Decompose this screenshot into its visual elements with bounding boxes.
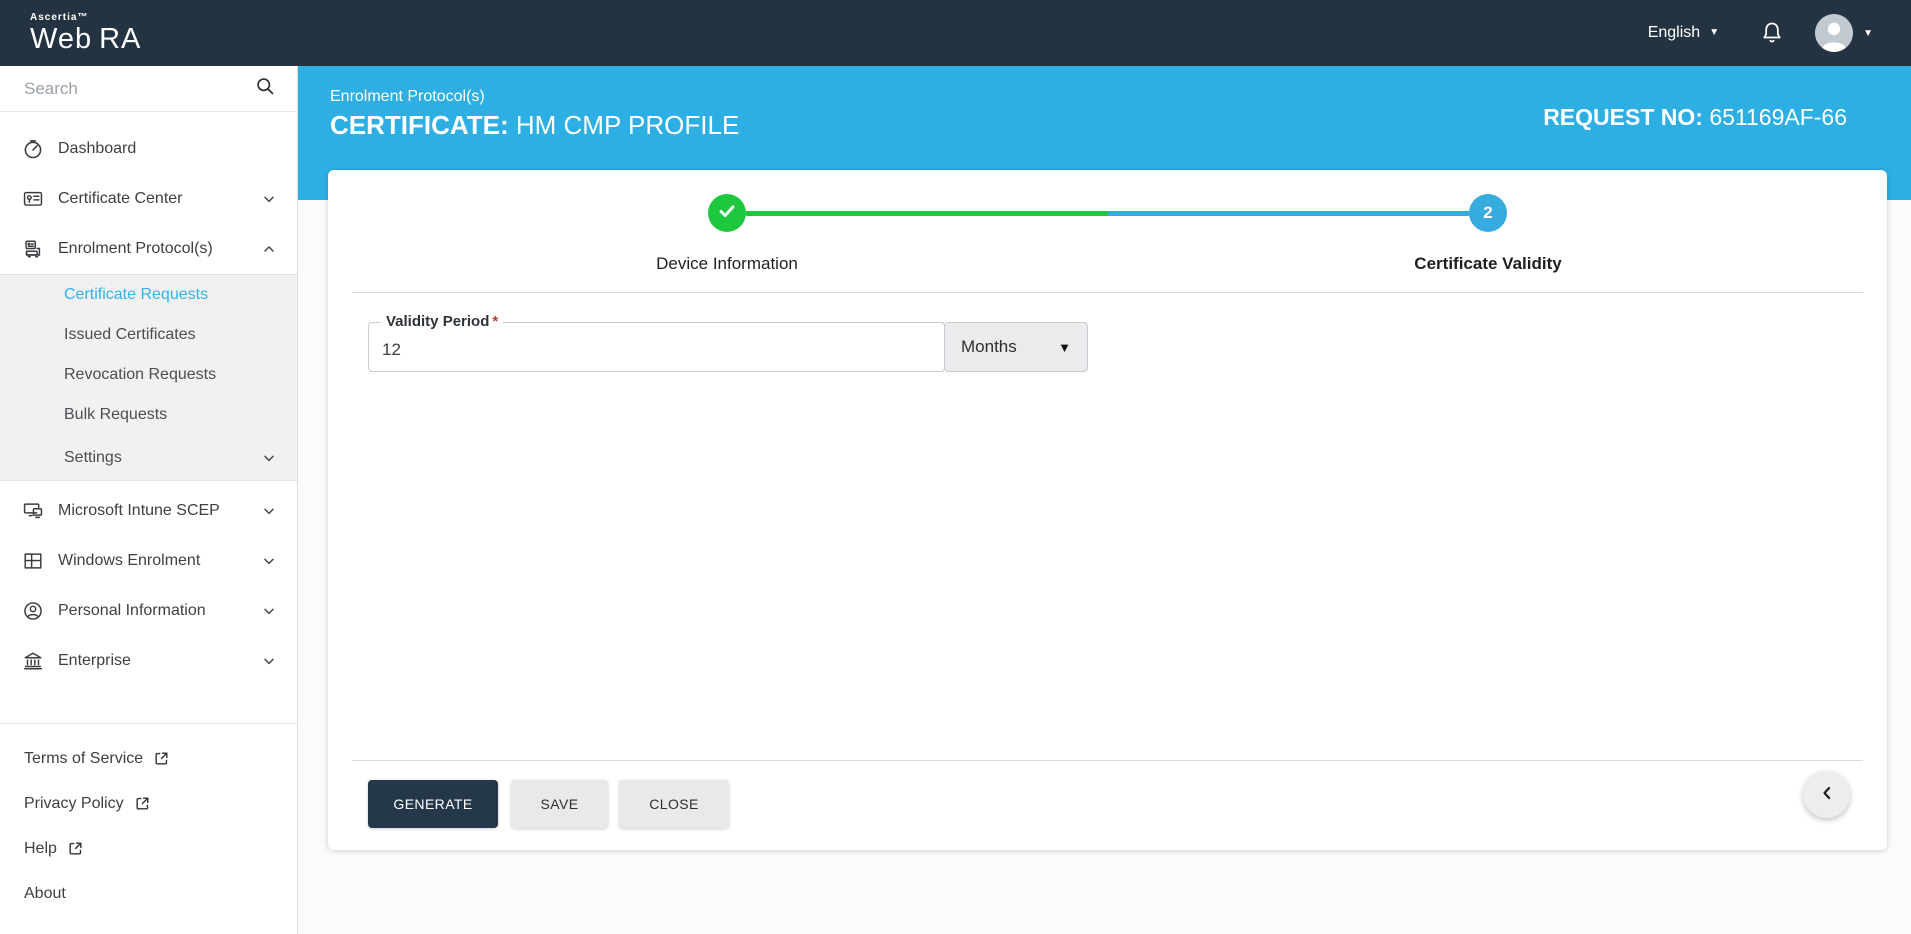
terms-of-service-link[interactable]: Terms of Service [0, 736, 297, 781]
chevron-down-icon [261, 553, 277, 569]
user-menu[interactable]: ▼ [1815, 14, 1873, 52]
step-1-label[interactable]: Device Information [656, 254, 798, 274]
footer-link-label: About [24, 885, 66, 903]
sidebar-item-microsoft-intune-scep[interactable]: Microsoft Intune SCEP [0, 486, 297, 536]
search-input[interactable] [24, 79, 255, 99]
step-2-circle[interactable]: 2 [1469, 194, 1507, 232]
page-title: CERTIFICATE: HM CMP PROFILE [330, 110, 739, 141]
language-selector[interactable]: English ▼ [1648, 24, 1719, 42]
about-link[interactable]: About [0, 871, 297, 916]
sidebar-item-label: Enrolment Protocol(s) [58, 240, 261, 258]
sidebar-item-enterprise[interactable]: Enterprise [0, 636, 297, 686]
request-number-label: REQUEST NO: [1543, 104, 1703, 130]
request-number-value: 651169AF-66 [1709, 104, 1847, 130]
enrolment-protocols-icon [22, 238, 44, 260]
validity-unit-value: Months [961, 337, 1058, 357]
intune-scep-icon [22, 500, 44, 522]
sidebar-subitem-certificate-requests[interactable]: Certificate Requests [0, 275, 297, 315]
logo-web-text: Web [30, 25, 92, 54]
required-asterisk: * [492, 313, 498, 330]
breadcrumb: Enrolment Protocol(s) [330, 88, 739, 106]
page-title-value: HM CMP PROFILE [516, 110, 739, 140]
divider [352, 760, 1863, 761]
search-icon[interactable] [255, 76, 275, 101]
chevron-down-icon: ▼ [1709, 28, 1719, 38]
sidebar-item-label: Enterprise [58, 652, 261, 670]
external-link-icon [67, 840, 84, 857]
language-label: English [1648, 24, 1700, 42]
request-number: REQUEST NO: 651169AF-66 [1543, 104, 1847, 131]
footer-link-label: Terms of Service [24, 750, 143, 768]
sidebar-item-windows-enrolment[interactable]: Windows Enrolment [0, 536, 297, 586]
sidebar-subitem-label: Bulk Requests [64, 406, 277, 424]
validity-period-field: Validity Period* [368, 322, 945, 372]
check-icon [716, 200, 738, 227]
chevron-up-icon [261, 241, 277, 257]
save-button[interactable]: SAVE [511, 780, 608, 828]
dropdown-arrow-icon: ▼ [1058, 340, 1071, 355]
chevron-down-icon [261, 603, 277, 619]
sidebar-subitem-issued-certificates[interactable]: Issued Certificates [0, 315, 297, 355]
footer-link-label: Privacy Policy [24, 795, 124, 813]
sidebar-item-certificate-center[interactable]: Certificate Center [0, 174, 297, 224]
certificate-center-icon [22, 188, 44, 210]
chevron-down-icon [261, 450, 277, 466]
user-avatar [1815, 14, 1853, 52]
sidebar: Dashboard Certificate Center [0, 66, 298, 934]
stepper-line-active [1108, 211, 1469, 216]
external-link-icon [153, 750, 170, 767]
stepper-line-complete [746, 211, 1108, 216]
sidebar-footer: Terms of Service Privacy Policy Help [0, 723, 297, 916]
sidebar-subitem-label: Certificate Requests [64, 286, 277, 304]
sidebar-item-label: Windows Enrolment [58, 552, 261, 570]
external-link-icon [134, 795, 151, 812]
wizard-card: 2 Device Information Certificate Validit… [328, 170, 1887, 850]
validity-unit-select[interactable]: Months ▼ [944, 322, 1088, 372]
chevron-down-icon [261, 503, 277, 519]
windows-icon [22, 550, 44, 572]
person-circle-icon [22, 600, 44, 622]
privacy-policy-link[interactable]: Privacy Policy [0, 781, 297, 826]
sidebar-subitem-label: Issued Certificates [64, 326, 277, 344]
generate-button[interactable]: GENERATE [368, 780, 498, 828]
validity-period-input[interactable] [369, 323, 944, 371]
logo-ra-text: RA [99, 25, 141, 54]
validity-period-legend: Validity Period* [381, 313, 503, 330]
step-1-circle[interactable] [708, 194, 746, 232]
help-link[interactable]: Help [0, 826, 297, 871]
sidebar-item-enrolment-protocols[interactable]: Enrolment Protocol(s) [0, 224, 297, 274]
step-2-label[interactable]: Certificate Validity [1414, 254, 1561, 274]
notifications-bell-icon[interactable] [1759, 20, 1785, 46]
bank-icon [22, 650, 44, 672]
chevron-down-icon: ▼ [1863, 28, 1873, 39]
enrolment-submenu: Certificate Requests Issued Certificates… [0, 274, 297, 481]
top-navbar: Ascertia™ Web RA English ▼ ▼ [0, 0, 1911, 66]
divider [352, 292, 1863, 293]
sidebar-item-label: Certificate Center [58, 190, 261, 208]
previous-step-button[interactable] [1803, 771, 1850, 818]
step-2-number: 2 [1483, 203, 1492, 223]
sidebar-item-dashboard[interactable]: Dashboard [0, 124, 297, 174]
sidebar-subitem-label: Revocation Requests [64, 366, 277, 384]
validity-period-label: Validity Period [386, 313, 489, 330]
logo-company-text: Ascertia™ [30, 13, 141, 23]
dashboard-icon [22, 138, 44, 160]
chevron-down-icon [261, 191, 277, 207]
chevron-down-icon [261, 653, 277, 669]
sidebar-item-label: Dashboard [58, 140, 277, 158]
sidebar-item-label: Personal Information [58, 602, 261, 620]
sidebar-search [0, 66, 297, 112]
chevron-left-icon [1817, 783, 1837, 806]
close-button[interactable]: CLOSE [619, 780, 729, 828]
sidebar-subitem-revocation-requests[interactable]: Revocation Requests [0, 355, 297, 395]
sidebar-subitem-bulk-requests[interactable]: Bulk Requests [0, 395, 297, 435]
sidebar-item-label: Microsoft Intune SCEP [58, 502, 261, 520]
app-logo: Ascertia™ Web RA [30, 13, 141, 54]
sidebar-subitem-label: Settings [64, 449, 261, 467]
sidebar-subitem-settings[interactable]: Settings [0, 435, 297, 480]
sidebar-item-personal-information[interactable]: Personal Information [0, 586, 297, 636]
page-title-label: CERTIFICATE: [330, 110, 509, 140]
footer-link-label: Help [24, 840, 57, 858]
